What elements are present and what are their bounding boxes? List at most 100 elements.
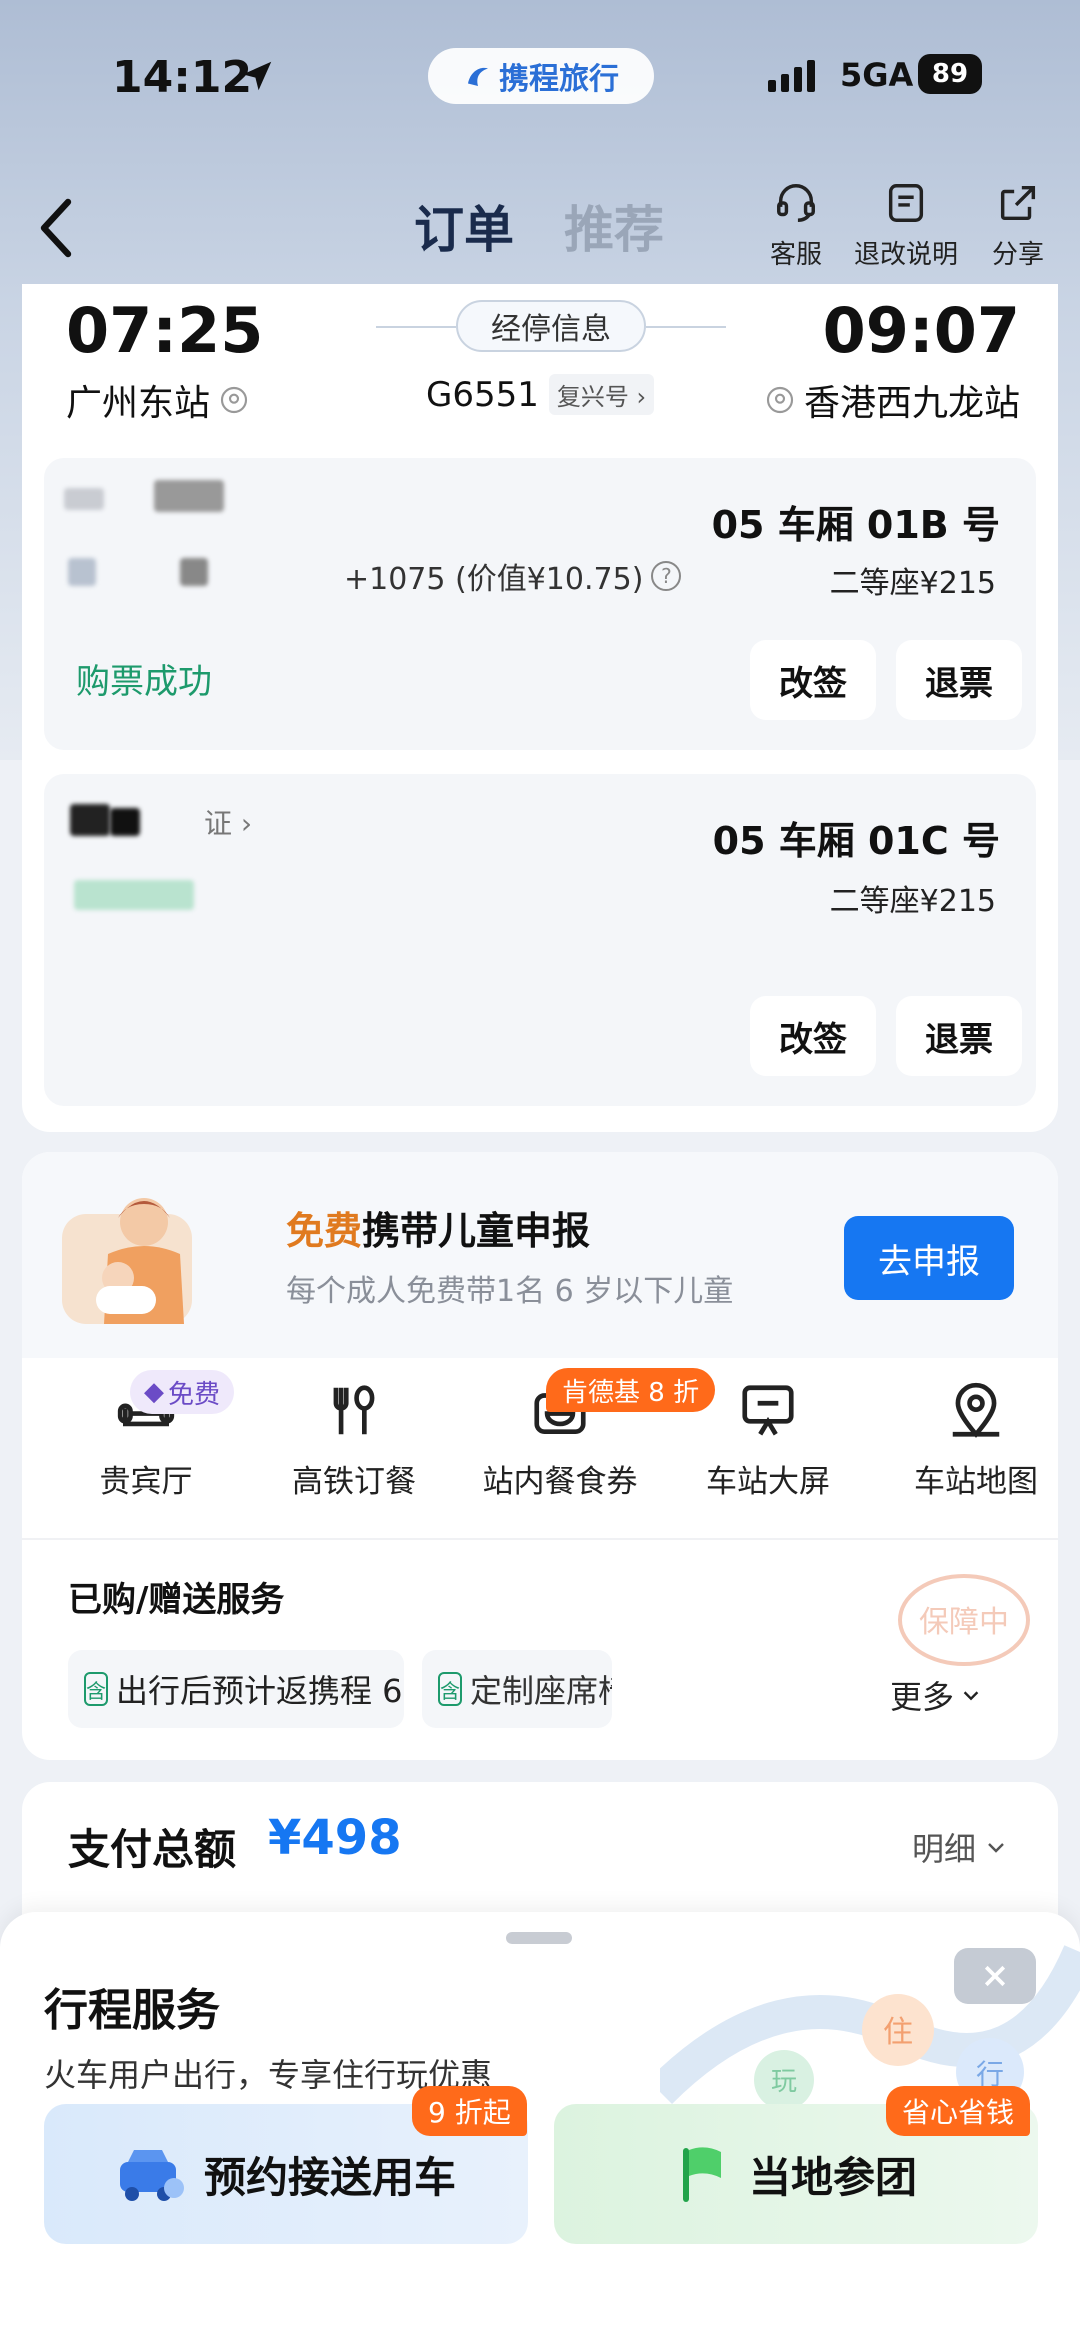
service-label: 车站大屏 [706, 1464, 830, 1500]
refund-policy-label: 退改说明 [854, 240, 959, 270]
screen-icon [742, 1385, 794, 1436]
app-brand-pill[interactable]: 携程旅行 [428, 48, 654, 104]
order-header: 订单 推荐 客服 退改说明 分享 [0, 180, 1080, 290]
back-arrow-icon[interactable] [36, 198, 76, 258]
depart-time: 07:25 [66, 294, 264, 367]
customer-service-button[interactable]: 客服 [770, 180, 822, 271]
arrive-station-name: 香港西九龙站 [803, 383, 1020, 424]
stops-line-right [646, 326, 726, 328]
child-promo-banner[interactable]: 免费携带儿童申报 每个成人免费带1名 6 岁以下儿童 去申报 [22, 1152, 1058, 1358]
share-button[interactable]: 分享 [992, 180, 1044, 271]
ticket-status: 购票成功 [76, 662, 212, 702]
stops-info-button[interactable]: 经停信息 [456, 300, 646, 352]
location-icon [766, 386, 794, 414]
redacted-name [64, 488, 104, 510]
location-icon [220, 386, 248, 414]
close-icon [984, 1965, 1006, 1987]
insurance-stamp: 保障中 [898, 1574, 1030, 1666]
service-station-map[interactable]: 车站地图 [886, 1380, 1058, 1501]
flag-icon [682, 2147, 721, 2202]
headset-icon [777, 184, 815, 222]
tab-recommend[interactable]: 推荐 [564, 190, 664, 262]
passenger-card-2: 证 › 05 车厢 01C 号 二等座¥215 改签 退票 [44, 774, 1036, 1106]
apply-child-button[interactable]: 去申报 [844, 1216, 1014, 1300]
signal-icon [768, 60, 815, 92]
train-type-badge: 复兴号 › [548, 374, 655, 415]
seat-number: 05 车厢 01B 号 [711, 503, 1000, 547]
divider [22, 1538, 1058, 1540]
trip-card: 07:25 09:07 广州东站 香港西九龙站 经停信息 G6551 复兴号 ›… [22, 284, 1058, 1132]
sheet-title: 行程服务 [44, 1985, 220, 2036]
free-badge: ◆ 免费 [130, 1370, 235, 1414]
child-promo-subtitle: 每个成人免费带1名 6 岁以下儿童 [286, 1274, 734, 1309]
svg-text:玩: 玩 [771, 2067, 797, 2097]
service-label: 车站地图 [914, 1464, 1038, 1500]
help-icon[interactable]: ? [651, 561, 682, 591]
map-pin-icon [952, 1382, 1000, 1438]
seat-class-price: 二等座¥215 [829, 884, 996, 919]
change-ticket-button[interactable]: 改签 [750, 640, 876, 720]
share-label: 分享 [992, 240, 1045, 270]
stops-line-left [376, 326, 456, 328]
service-train-meal[interactable]: 高铁订餐 [264, 1380, 444, 1501]
id-hint[interactable]: 证 › [204, 802, 252, 842]
redacted-name [154, 480, 224, 512]
svg-text:保障中: 保障中 [919, 1605, 1009, 1640]
book-car-label: 预约接送用车 [203, 2152, 456, 2202]
refund-ticket-button[interactable]: 退票 [896, 640, 1022, 720]
payment-total-amount: ¥498 [268, 1810, 402, 1866]
tab-order[interactable]: 订单 [414, 190, 514, 262]
arrive-time: 09:07 [822, 294, 1020, 367]
redacted-name [110, 808, 140, 836]
local-tour-label: 当地参团 [748, 2152, 917, 2202]
arrive-station[interactable]: 香港西九龙站 [764, 374, 1020, 426]
diamond-icon: ◆ [144, 1377, 164, 1407]
service-label: 高铁订餐 [292, 1464, 416, 1500]
redacted-status [74, 880, 194, 910]
depart-station[interactable]: 广州东站 [66, 374, 250, 426]
trip-services-sheet: 玩 住 行 行程服务 火车用户出行，专享住行玩优惠 预约接送用车 9 折起 当地… [0, 1912, 1080, 2341]
redacted-id [180, 558, 208, 586]
points-earned: +1075 (价值¥10.75) ? [344, 554, 682, 598]
child-promo-title: 免费携带儿童申报 [286, 1209, 591, 1253]
payment-detail-button[interactable]: 明细 [912, 1824, 1008, 1870]
bought-services-title: 已购/赠送服务 [68, 1580, 285, 1620]
train-info[interactable]: G6551 复兴号 › [426, 374, 655, 415]
ctrip-logo-icon [468, 67, 488, 86]
payment-total-label: 支付总额 [68, 1825, 237, 1874]
included-icon: 含 [438, 1672, 462, 1706]
location-arrow-icon [242, 61, 272, 91]
battery-indicator: 89 [918, 54, 982, 94]
svg-text:住: 住 [883, 2015, 913, 2050]
service-label: 站内餐食券 [482, 1464, 638, 1500]
status-time: 14:12 [112, 52, 253, 103]
tour-badge: 省心省钱 [886, 2086, 1031, 2136]
mother-child-illustration [62, 1198, 192, 1324]
payment-card: 支付总额 ¥498 明细 [22, 1782, 1058, 1932]
seat-service-chip[interactable]: 含 定制座席椅 [422, 1650, 612, 1728]
refund-ticket-button[interactable]: 退票 [896, 996, 1022, 1076]
redacted-name [70, 804, 110, 836]
services-card: 免费携带儿童申报 每个成人免费带1名 6 岁以下儿童 去申报 贵宾厅 高铁订餐 … [22, 1152, 1058, 1760]
service-label: 贵宾厅 [99, 1464, 193, 1500]
points-service-chip[interactable]: 含 出行后预计返携程 68 积分 › [68, 1650, 404, 1728]
network-type: 5GA [840, 56, 914, 94]
refund-policy-button[interactable]: 退改说明 [854, 180, 958, 271]
seat-class-price: 二等座¥215 [829, 566, 996, 601]
app-brand-label: 携程旅行 [499, 62, 619, 97]
chevron-down-icon [963, 1691, 979, 1701]
passenger-card-1: +1075 (价值¥10.75) ? 05 车厢 01B 号 二等座¥215 购… [44, 458, 1036, 750]
car-discount-badge: 9 折起 [412, 2086, 527, 2136]
share-icon [1000, 185, 1036, 221]
close-button[interactable] [954, 1948, 1036, 2004]
sheet-drag-handle[interactable] [506, 1932, 572, 1944]
chevron-down-icon [988, 1843, 1004, 1853]
more-services-button[interactable]: 更多 [890, 1672, 982, 1718]
redacted-id [68, 558, 96, 586]
cutlery-icon [333, 1385, 375, 1435]
change-ticket-button[interactable]: 改签 [750, 996, 876, 1076]
depart-station-name: 广州东站 [66, 383, 211, 424]
seat-number: 05 车厢 01C 号 [712, 819, 1000, 863]
document-icon [888, 184, 924, 222]
status-bar: 14:12 携程旅行 5GA 89 [0, 48, 1080, 110]
